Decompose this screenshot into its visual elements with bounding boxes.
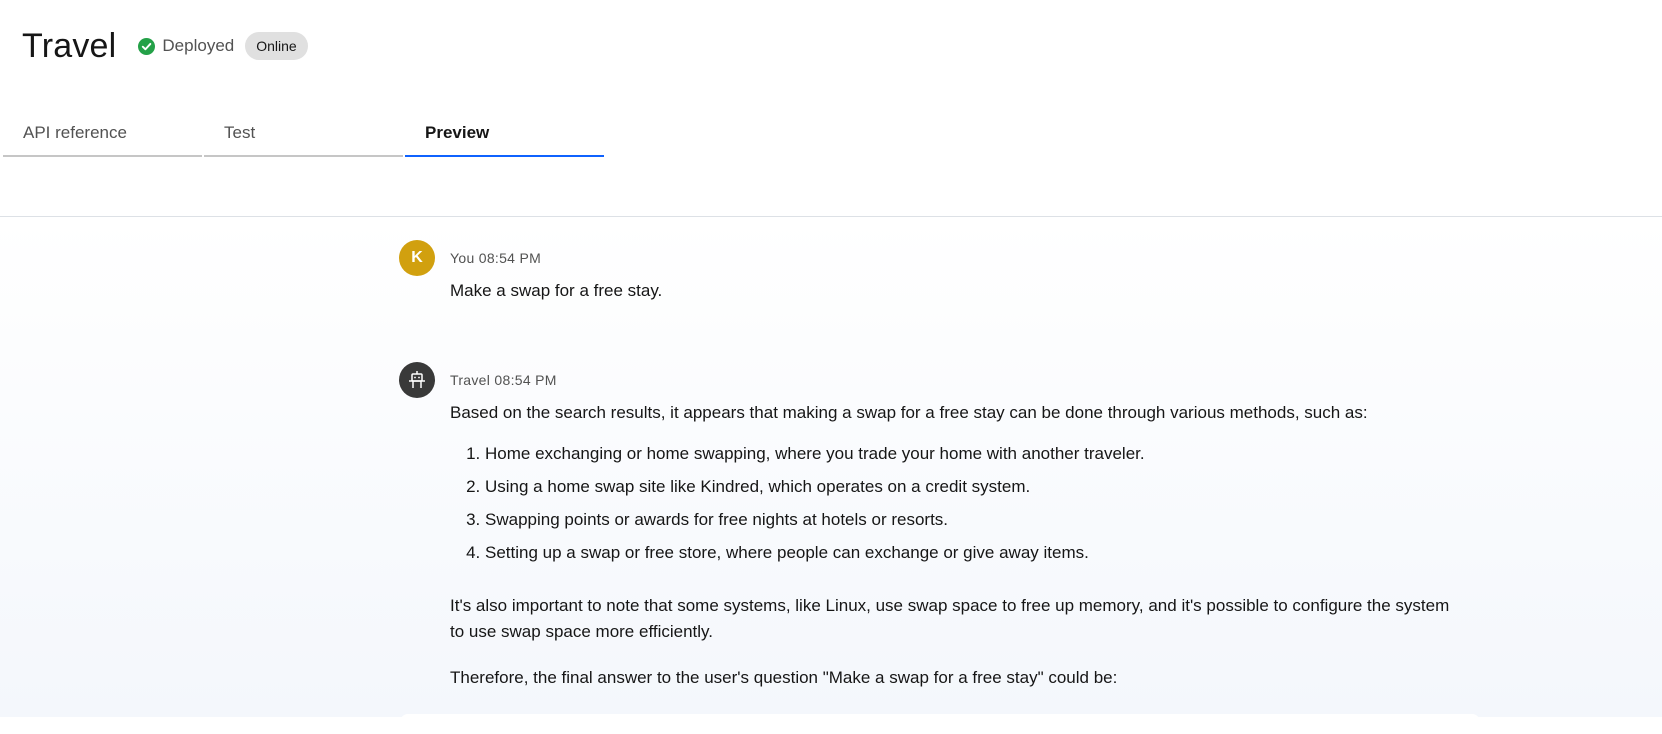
assistant-avatar [399, 362, 435, 398]
page-header: Travel Deployed Online API reference Tes… [0, 0, 1662, 217]
message-paragraph: Make a swap for a free stay. [450, 281, 663, 300]
message-time: 08:54 PM [494, 372, 557, 388]
message-text: Make a swap for a free stay. [450, 278, 1450, 304]
page-title: Travel [22, 26, 117, 65]
message-meta: You 08:54 PM [450, 250, 541, 266]
title-row: Travel Deployed Online [22, 22, 308, 70]
tab-preview[interactable]: Preview [405, 112, 604, 157]
status-label: Deployed [162, 36, 235, 55]
list-item: Setting up a swap or free store, where p… [485, 540, 1450, 566]
message-paragraph: Therefore, the final answer to the user'… [450, 668, 1118, 687]
message-text: Based on the search results, it appears … [450, 400, 1450, 691]
message-time: 08:54 PM [478, 250, 542, 266]
online-badge: Online [245, 32, 308, 60]
list-item: Using a home swap site like Kindred, whi… [485, 474, 1450, 500]
sender-name: You [450, 250, 475, 266]
user-avatar: K [399, 240, 435, 276]
tab-api-reference[interactable]: API reference [3, 112, 202, 157]
deployment-status: Deployed [138, 36, 234, 56]
tab-test[interactable]: Test [204, 112, 403, 157]
sender-name: Travel [450, 372, 491, 388]
robot-icon [409, 371, 425, 388]
message-meta: Travel 08:54 PM [450, 372, 557, 388]
list-item: Home exchanging or home swapping, where … [485, 441, 1450, 467]
message-intro: Based on the search results, it appears … [450, 403, 1368, 422]
tab-list: API reference Test Preview [3, 112, 606, 157]
list-item: Swapping points or awards for free night… [485, 507, 1450, 533]
answer-card [400, 714, 1480, 734]
chat-transcript[interactable]: K You 08:54 PM Make a swap for a free st… [0, 218, 1662, 717]
checkmark-circle-icon [138, 37, 156, 55]
message-paragraph: It's also important to note that some sy… [450, 596, 1450, 641]
method-list: Home exchanging or home swapping, where … [450, 441, 1450, 566]
